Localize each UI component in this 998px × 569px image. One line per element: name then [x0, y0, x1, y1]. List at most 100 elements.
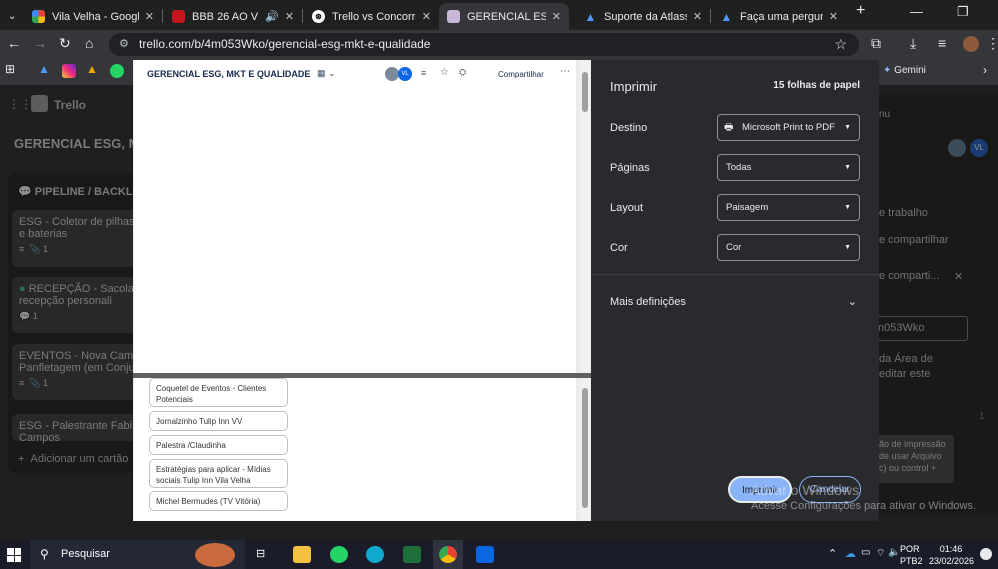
taskbar-chrome-active[interactable] — [433, 540, 463, 569]
tab-trello-vs[interactable]: ⊛ Trello vs Concorrente ✕ — [304, 3, 439, 30]
task-view-icon[interactable]: ⊟ — [256, 547, 274, 564]
dropdown-arrow-icon: ▼ — [844, 204, 851, 211]
trello-board-icon — [447, 10, 460, 23]
menu-icon[interactable]: ⋮ — [986, 35, 998, 52]
windows-start-icon[interactable] — [7, 548, 21, 562]
close-icon[interactable]: ✕ — [552, 10, 561, 23]
layout-label: Layout — [610, 202, 644, 214]
reload-icon[interactable]: ↻ — [59, 35, 71, 52]
extensions-icon[interactable]: ⧉ — [871, 35, 881, 52]
forward-icon[interactable]: → — [33, 35, 47, 51]
tab-divider — [302, 9, 303, 23]
preview-page-1: GERENCIAL ESG, MKT E QUALIDADE ▦ ⌄ VL ≡ … — [134, 60, 576, 373]
drive-icon[interactable]: ▲ — [86, 62, 100, 76]
toolbar: ← → ↻ ⌂ ⚙ trello.com/b/4m053Wko/gerencia… — [0, 30, 998, 59]
globoplay-icon — [172, 10, 185, 23]
more-settings-toggle[interactable]: Mais definições ⌄ — [591, 286, 879, 314]
sticky-notes-icon[interactable] — [403, 546, 421, 563]
atlassian-icon: ▲ — [720, 9, 733, 24]
tab-pergunta[interactable]: ▲ Faça uma pergunta - ✕ — [712, 3, 846, 30]
chevron-down-icon: ⌄ — [847, 296, 857, 308]
network-icon[interactable]: ▭ — [861, 547, 870, 558]
tab-vila-velha[interactable]: Vila Velha - Google F ✕ — [24, 3, 162, 30]
list-item: Estratégias para aplicar - Mídias sociai… — [149, 459, 288, 488]
close-icon[interactable]: ✕ — [422, 10, 431, 23]
wifi-icon[interactable]: ⌔ — [876, 547, 885, 560]
atlassian-icon[interactable]: ▲ — [38, 62, 52, 76]
close-icon[interactable]: ✕ — [829, 10, 838, 23]
color-select[interactable]: Cor ▼ — [717, 234, 860, 261]
list-item: Coquetel de Eventos - Clientes Potenciai… — [149, 378, 288, 407]
gemini-button[interactable]: ✦ Gemini — [883, 65, 926, 76]
more-icon: ⋯ — [560, 66, 570, 77]
notification-icon[interactable] — [980, 548, 992, 560]
preview-board-title: GERENCIAL ESG, MKT E QUALIDADE — [147, 69, 311, 79]
close-icon[interactable]: ✕ — [145, 10, 154, 23]
tab-bbb[interactable]: BBB 26 AO VIVO 🔊 ✕ — [164, 3, 302, 30]
filter-icon: ≡ — [421, 68, 427, 78]
share-label: Compartilhar — [498, 70, 544, 79]
dropdown-arrow-icon: ▼ — [844, 124, 851, 131]
activation-watermark: Ativar o Windows — [751, 482, 860, 498]
list-item: Palestra /Claudinha — [149, 435, 288, 455]
bookmark-star-icon[interactable]: ☆ — [834, 33, 847, 56]
print-settings-panel: Imprimir 15 folhas de papel Destino 🖶 Mi… — [591, 60, 879, 521]
close-icon[interactable]: ✕ — [693, 10, 702, 23]
google-icon — [32, 10, 45, 23]
tab-strip: ⌄ Vila Velha - Google F ✕ BBB 26 AO VIVO… — [0, 0, 998, 30]
taskbar-search[interactable]: ⚲ Pesquisar — [30, 540, 245, 569]
destination-label: Destino — [610, 122, 648, 134]
trello-icon[interactable] — [476, 546, 494, 563]
search-highlight-image — [195, 543, 235, 567]
atlassian-icon: ▲ — [584, 9, 597, 24]
pages-select[interactable]: Todas ▼ — [717, 154, 860, 181]
people-icon: ⛭ — [459, 67, 467, 77]
whatsapp-icon[interactable] — [330, 546, 348, 563]
chevron-up-icon[interactable]: ⌃ — [828, 547, 837, 560]
list-item: Michel Bermudes (TV Vitória) — [149, 491, 288, 511]
destination-select[interactable]: 🖶 Microsoft Print to PDF ▼ — [717, 114, 860, 141]
file-explorer-icon[interactable] — [293, 546, 311, 563]
preview-scrollbar[interactable] — [580, 60, 590, 373]
speaker-icon[interactable]: 🔊 — [265, 10, 279, 23]
onedrive-icon[interactable]: ☁ — [845, 547, 856, 560]
bookmarks-more-icon[interactable]: › — [983, 63, 987, 77]
instagram-icon[interactable] — [62, 64, 76, 78]
apps-grid-icon[interactable]: ⊞ — [5, 62, 19, 76]
pages-label: Páginas — [610, 162, 650, 174]
tab-divider — [162, 9, 163, 23]
scrollbar-thumb[interactable] — [582, 388, 588, 508]
preview-scrollbar[interactable] — [580, 378, 590, 521]
media-control-icon[interactable]: ≡ — [938, 35, 946, 51]
language-indicator[interactable]: POR PTB2 — [900, 543, 923, 567]
minimize-button[interactable]: — — [910, 4, 923, 19]
whatsapp-icon[interactable] — [110, 64, 124, 78]
sheet-count: 15 folhas de papel — [773, 80, 860, 91]
tab-suporte[interactable]: ▲ Suporte da Atlassian ✕ — [576, 3, 710, 30]
home-icon[interactable]: ⌂ — [85, 35, 93, 51]
avatar — [385, 67, 399, 81]
profile-avatar[interactable] — [963, 36, 979, 52]
restore-button[interactable]: ❐ — [957, 4, 969, 20]
tab-divider — [710, 9, 711, 23]
site-info-icon[interactable]: ⚙ — [119, 33, 129, 56]
avatar: VL — [398, 67, 412, 81]
chrome-icon — [439, 546, 457, 563]
download-icon[interactable]: ⤓ — [910, 35, 916, 52]
volume-icon[interactable]: 🔈 — [888, 547, 900, 558]
star-icon: ☆ — [440, 67, 449, 78]
layout-select[interactable]: Paisagem ▼ — [717, 194, 860, 221]
new-tab-button[interactable]: + — [856, 2, 865, 20]
taskbar: ⚲ Pesquisar ⊟ ⌃ ☁ ▭ ⌔ 🔈 POR PTB2 01:46 2… — [0, 540, 998, 569]
close-icon[interactable]: ✕ — [285, 10, 294, 23]
divider — [591, 274, 879, 275]
scrollbar-thumb[interactable] — [582, 72, 588, 112]
tab-gerencial[interactable]: GERENCIAL ESG, MKT ✕ — [439, 3, 569, 30]
list-item: Jornalzinho Tulip Inn VV — [149, 411, 288, 431]
board-view-icon: ▦ ⌄ — [317, 68, 336, 78]
back-icon[interactable]: ← — [7, 35, 21, 51]
address-bar[interactable]: ⚙ trello.com/b/4m053Wko/gerencial-esg-mk… — [109, 33, 859, 56]
canva-icon[interactable] — [366, 546, 384, 563]
clock[interactable]: 01:46 23/02/2026 — [929, 543, 974, 567]
print-title: Imprimir — [610, 79, 657, 94]
